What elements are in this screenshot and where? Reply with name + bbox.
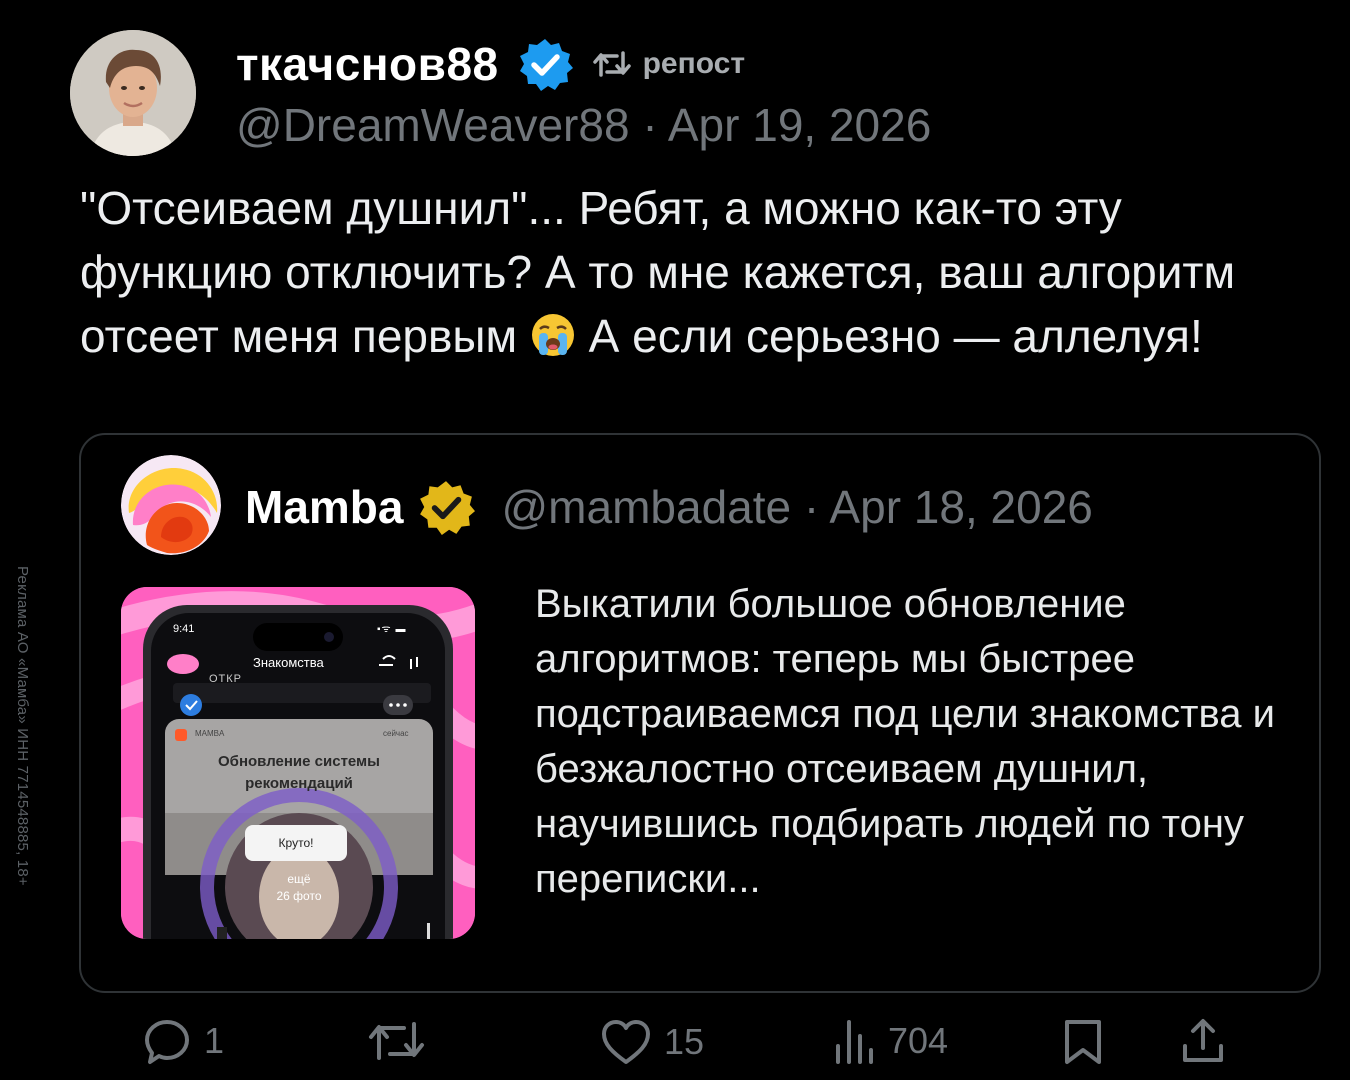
verified-badge-icon (517, 36, 573, 92)
repost-icon (592, 51, 631, 77)
quoted-post[interactable]: Mamba @mambadate · Apr 18, 2026 9:41 ▪︎ᯤ… (79, 433, 1321, 993)
ad-disclaimer: Реклама АО «Мамба» ИНН 7714548885, 18+ (14, 566, 31, 886)
quoted-handle-date[interactable]: @mambadate · Apr 18, 2026 (501, 480, 1092, 534)
bookmark-icon (1065, 1020, 1101, 1064)
like-count: 15 (664, 1021, 705, 1062)
reply-button[interactable]: 1 (142, 1016, 224, 1066)
like-button[interactable]: 15 (600, 1018, 704, 1066)
notification-time: сейчас (383, 729, 409, 738)
quoted-post-text: Выкатили большое обновление алгоритмов: … (535, 582, 1287, 901)
views-count: 704 (888, 1020, 949, 1061)
author-handle-date[interactable]: @DreamWeaver88 · Apr 19, 2026 (236, 98, 931, 152)
heart-icon (602, 1020, 650, 1064)
phone-partial-header: ОТКР (209, 673, 243, 683)
author-display-name[interactable]: ткачснов88 (236, 37, 499, 91)
bookmark-button[interactable] (1062, 1018, 1104, 1066)
reply-icon (145, 1020, 189, 1064)
repost-button[interactable] (368, 1018, 438, 1064)
notification-app-name: MAMBA (195, 729, 225, 738)
notification-cool-button[interactable]: Круто! (245, 825, 347, 861)
mamba-logo-avatar[interactable] (121, 455, 221, 555)
notification-title: Обновление системы рекомендаций (218, 753, 380, 792)
phone-status-time: 9:41 (173, 623, 195, 635)
quoted-display-name[interactable]: Mamba (245, 480, 403, 534)
post-text: "Отсеиваем душнил"... Ребят, а можно как… (80, 176, 1320, 368)
quoted-post-header: Mamba @mambadate · Apr 18, 2026 (245, 479, 1093, 535)
author-name-row: ткачснов88 репост (236, 36, 745, 92)
phone-screen-title: Знакомства (253, 655, 324, 670)
post-action-bar: 1 15 704 (0, 1016, 1350, 1076)
views-button[interactable]: 704 (834, 1016, 948, 1066)
gold-verified-badge-icon (417, 478, 476, 536)
share-icon (1183, 1019, 1223, 1062)
reply-count: 1 (204, 1020, 225, 1061)
share-button[interactable] (1180, 1016, 1226, 1066)
repost-indicator: репост (592, 47, 746, 81)
repost-label: репост (642, 47, 746, 80)
author-avatar[interactable] (70, 30, 196, 156)
repost-icon (369, 1022, 424, 1060)
phone-status-icons: ▪︎ᯤ ▬ (377, 624, 407, 635)
loudly-crying-face-icon (530, 310, 576, 356)
quoted-media-image[interactable]: 9:41 ▪︎ᯤ ▬ Знакомства ОТКР MAMBA сейчас … (121, 587, 475, 939)
more-photos-label: ещё (287, 872, 311, 886)
photos-count-label: 26 фото (276, 889, 322, 903)
analytics-bars-icon (836, 1020, 873, 1064)
post-text-part2: А если серьезно — аллелуя! (575, 310, 1203, 362)
